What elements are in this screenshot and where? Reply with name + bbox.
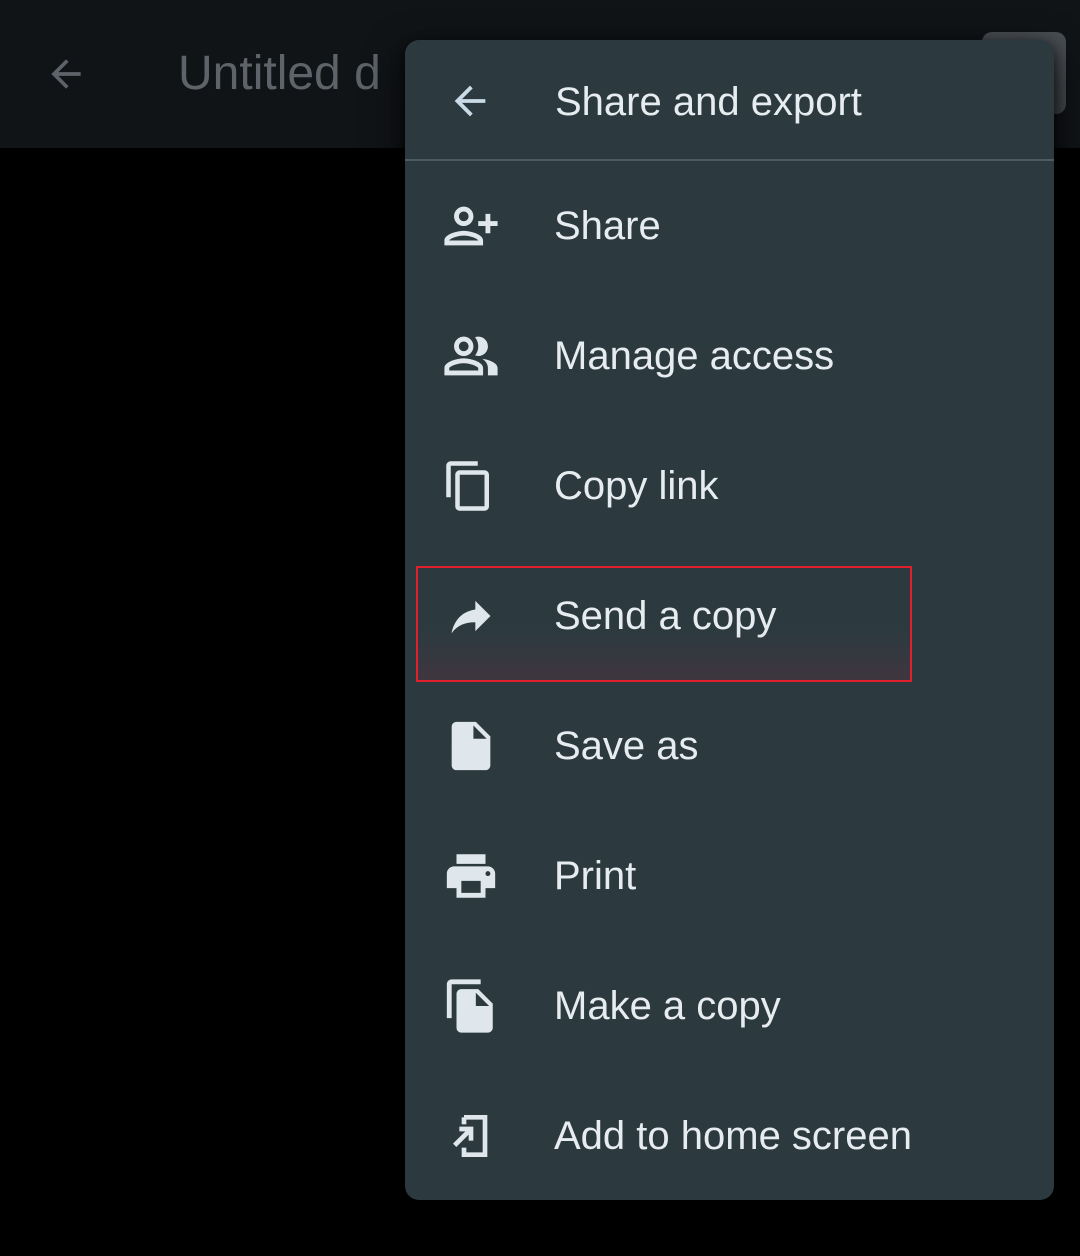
menu-item-print[interactable]: Print	[405, 811, 1054, 941]
menu-item-label: Add to home screen	[554, 1114, 912, 1158]
people-icon	[441, 326, 501, 386]
add-to-home-icon	[441, 1106, 501, 1166]
document-title: Untitled d	[178, 47, 381, 100]
menu-item-save-as[interactable]: Save as	[405, 681, 1054, 811]
arrow-back-icon	[44, 52, 88, 96]
share-forward-icon	[441, 586, 501, 646]
menu-item-label: Copy link	[554, 464, 719, 508]
menu-item-label: Manage access	[554, 334, 835, 378]
file-icon	[441, 716, 501, 776]
menu-item-label: Print	[554, 854, 637, 898]
menu-item-label: Send a copy	[554, 594, 777, 638]
print-icon	[441, 846, 501, 906]
file-copy-icon	[441, 976, 501, 1036]
menu-item-label: Share	[554, 204, 661, 248]
menu-item-label: Make a copy	[554, 984, 781, 1028]
menu-item-copy-link[interactable]: Copy link	[405, 421, 1054, 551]
app-back-button[interactable]	[36, 44, 96, 104]
menu-header: Share and export	[405, 40, 1054, 160]
copy-link-icon	[441, 456, 501, 516]
menu-back-button[interactable]	[441, 72, 499, 130]
menu-item-make-a-copy[interactable]: Make a copy	[405, 941, 1054, 1071]
person-add-icon	[441, 196, 501, 256]
share-export-menu: Share and export Share Manage access Cop…	[405, 40, 1054, 1200]
menu-item-send-a-copy[interactable]: Send a copy	[405, 551, 1054, 681]
menu-title: Share and export	[555, 80, 862, 124]
arrow-back-icon	[447, 78, 493, 124]
menu-item-manage-access[interactable]: Manage access	[405, 291, 1054, 421]
menu-item-share[interactable]: Share	[405, 161, 1054, 291]
menu-item-label: Save as	[554, 724, 699, 768]
menu-item-add-to-home-screen[interactable]: Add to home screen	[405, 1071, 1054, 1200]
